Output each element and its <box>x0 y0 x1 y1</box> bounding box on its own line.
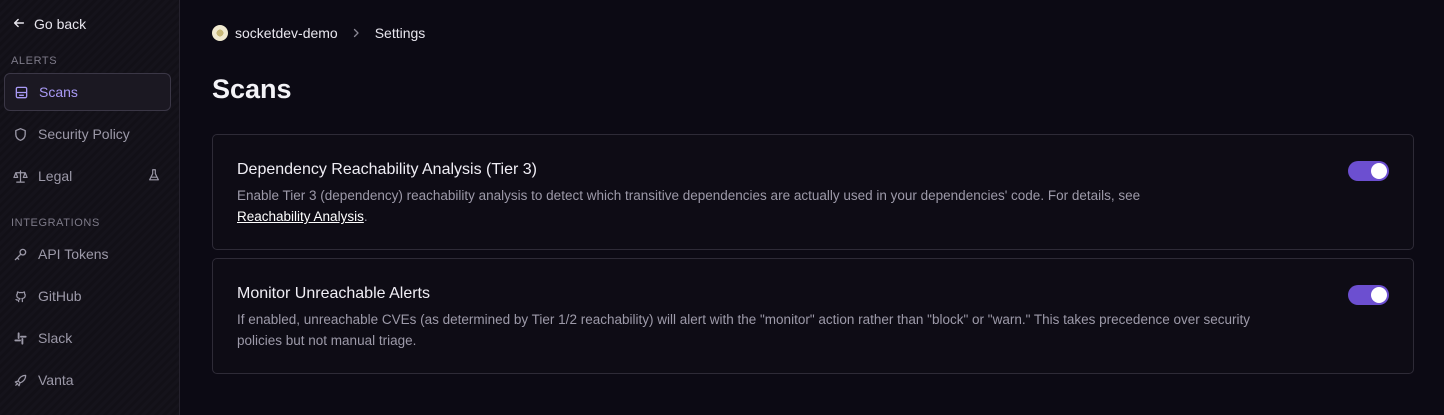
sidebar-item-label: Security Policy <box>38 126 130 142</box>
sidebar-item-label: Vanta <box>38 372 74 388</box>
org-avatar <box>212 25 228 41</box>
scans-icon <box>13 84 29 100</box>
section-label-alerts: ALERTS <box>11 55 58 67</box>
sidebar-item-label: GitHub <box>38 288 82 304</box>
sidebar-item-label: API Tokens <box>38 246 109 262</box>
breadcrumb-current: Settings <box>374 25 426 41</box>
github-icon <box>12 288 28 304</box>
toggle-knob <box>1371 287 1387 303</box>
sidebar-item-label: Legal <box>38 168 73 184</box>
page-title: Scans <box>212 74 292 104</box>
setting-description: Enable Tier 3 (dependency) reachability … <box>237 185 1297 227</box>
sidebar-item-slack[interactable]: Slack <box>4 319 171 357</box>
sidebar-item-vanta[interactable]: Vanta <box>4 361 171 399</box>
setting-card-monitor-unreachable: Monitor Unreachable Alerts If enabled, u… <box>212 258 1414 374</box>
section-label-integrations: INTEGRATIONS <box>11 217 100 229</box>
chevron-right-icon <box>351 28 361 38</box>
toggle-knob <box>1371 163 1387 179</box>
sidebar-item-label: Slack <box>38 330 73 346</box>
sidebar-item-label: Scans <box>39 84 78 100</box>
sidebar-item-scans[interactable]: Scans <box>4 73 171 111</box>
sidebar-item-github[interactable]: GitHub <box>4 277 171 315</box>
breadcrumb: socketdev-demo Settings <box>212 24 425 42</box>
setting-card-reachability: Dependency Reachability Analysis (Tier 3… <box>212 134 1414 250</box>
setting-description: If enabled, unreachable CVEs (as determi… <box>237 312 1250 348</box>
setting-description-text: Enable Tier 3 (dependency) reachability … <box>237 188 1141 203</box>
setting-title: Dependency Reachability Analysis (Tier 3… <box>237 161 537 178</box>
reachability-analysis-link[interactable]: Reachability Analysis <box>237 209 364 224</box>
monitor-unreachable-toggle[interactable] <box>1348 285 1389 305</box>
flask-icon <box>149 169 159 181</box>
reachability-toggle[interactable] <box>1348 161 1389 181</box>
go-back-link[interactable]: Go back <box>12 14 86 34</box>
setting-title: Monitor Unreachable Alerts <box>237 285 430 302</box>
vanta-icon <box>12 372 28 388</box>
sidebar-item-legal[interactable]: Legal <box>4 157 171 195</box>
breadcrumb-org-link[interactable]: socketdev-demo <box>235 25 338 41</box>
go-back-label: Go back <box>34 16 87 32</box>
sidebar: Go back ALERTS Scans Security Policy Leg… <box>0 0 180 415</box>
scale-icon <box>12 168 28 184</box>
sidebar-item-security-policy[interactable]: Security Policy <box>4 115 171 153</box>
key-icon <box>12 246 28 262</box>
shield-icon <box>12 126 28 142</box>
sidebar-item-api-tokens[interactable]: API Tokens <box>4 235 171 273</box>
setting-description-end: . <box>363 209 368 224</box>
arrow-left-icon <box>12 16 26 33</box>
slack-icon <box>12 330 28 346</box>
